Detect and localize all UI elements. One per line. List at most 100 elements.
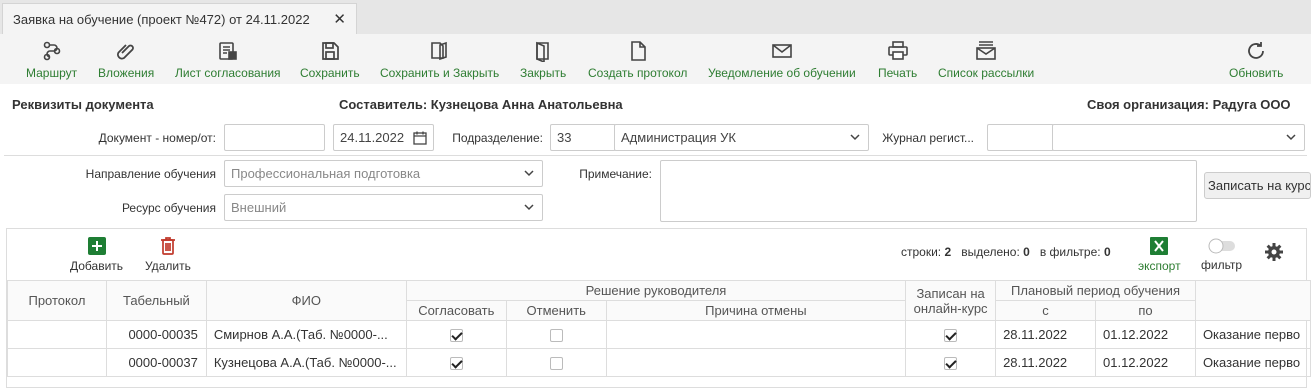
document-tab[interactable]: Заявка на обучение (проект №472) от 24.1… xyxy=(2,3,357,34)
save-label: Сохранить xyxy=(300,66,360,80)
online-checkbox[interactable] xyxy=(944,329,958,343)
cell-fio: Смирнов А.А.(Таб. №0000-... xyxy=(205,320,407,349)
attachments-button[interactable]: Вложения xyxy=(98,40,154,80)
cell-protocol xyxy=(7,348,107,377)
printer-icon xyxy=(887,41,908,60)
organization-heading: Своя организация: Радуга ООО xyxy=(1087,97,1291,112)
add-label: Добавить xyxy=(70,259,124,273)
chevron-down-icon xyxy=(524,204,534,211)
col-course[interactable] xyxy=(1194,280,1311,321)
table-stats: строки: 2 выделено: 0 в фильтре: 0 xyxy=(901,245,1111,259)
toggle-switch-icon xyxy=(1208,238,1235,254)
note-textarea[interactable] xyxy=(660,160,1197,222)
col-cancel-reason[interactable]: Причина отмены xyxy=(605,300,907,321)
in-filter-label: в фильтре: xyxy=(1039,245,1101,259)
cell-course: Оказание перво xyxy=(1194,348,1311,377)
col-fio[interactable]: ФИО xyxy=(205,280,407,321)
cell-fio: Кузнецова А.А.(Таб. №0000-... xyxy=(205,348,407,377)
col-period: Плановый период обучения xyxy=(995,280,1196,301)
resource-value: Внешний xyxy=(231,200,287,215)
division-label: Подразделение: xyxy=(452,131,543,145)
col-to[interactable]: по xyxy=(1095,300,1196,321)
export-button[interactable]: экспорт xyxy=(1138,236,1181,273)
doc-date-input[interactable]: 24.11.2022 xyxy=(333,124,434,151)
selected-label: выделено: xyxy=(961,245,1020,259)
create-protocol-button[interactable]: Создать протокол xyxy=(588,40,687,80)
online-checkbox[interactable] xyxy=(944,357,958,371)
mailing-list-button[interactable]: Список рассылки xyxy=(938,40,1034,80)
col-tabel[interactable]: Табельный xyxy=(105,280,207,321)
excel-icon xyxy=(1150,237,1169,255)
chevron-down-icon xyxy=(1286,134,1296,141)
cell-reason[interactable] xyxy=(605,348,907,377)
save-button[interactable]: Сохранить xyxy=(300,40,360,80)
requisites-heading: Реквизиты документа xyxy=(12,97,154,112)
document-icon xyxy=(630,41,646,61)
journal-select[interactable] xyxy=(1052,124,1305,151)
save-close-button[interactable]: Сохранить и Закрыть xyxy=(380,40,499,80)
selected-count: 0 xyxy=(1023,245,1030,259)
cell-course: Оказание перво xyxy=(1194,320,1311,349)
filter-label: фильтр xyxy=(1201,258,1243,272)
col-from[interactable]: с xyxy=(995,300,1096,321)
direction-select[interactable]: Профессиональная подготовка xyxy=(224,160,543,187)
approve-checkbox[interactable] xyxy=(449,357,463,371)
cell-reason[interactable] xyxy=(605,320,907,349)
table-row[interactable]: 0000-00037 Кузнецова А.А.(Таб. №0000-...… xyxy=(7,348,1311,377)
division-value: Администрация УК xyxy=(621,130,737,145)
refresh-label: Обновить xyxy=(1229,66,1284,80)
envelope-icon xyxy=(772,44,792,58)
route-button[interactable]: Маршрут xyxy=(26,40,77,80)
cell-approve xyxy=(405,320,507,349)
filter-toggle[interactable]: фильтр xyxy=(1201,238,1242,272)
door-icon xyxy=(536,41,549,62)
paperclip-icon xyxy=(117,44,134,60)
cancel-checkbox[interactable] xyxy=(549,329,563,343)
divider xyxy=(4,155,1307,156)
notify-button[interactable]: Уведомление об обучении xyxy=(708,40,856,80)
journal-label: Журнал регист... xyxy=(882,131,974,145)
col-online[interactable]: Записан на онлайн-курс xyxy=(905,280,997,321)
col-approve[interactable]: Согласовать xyxy=(405,300,507,321)
cell-tabel: 0000-00037 xyxy=(105,348,207,377)
resource-label: Ресурс обучения xyxy=(121,201,216,215)
doc-number-input[interactable] xyxy=(224,124,325,151)
add-button[interactable]: Добавить xyxy=(70,236,123,273)
close-doc-button[interactable]: Закрыть xyxy=(520,40,566,80)
doc-date-value: 24.11.2022 xyxy=(340,130,405,145)
enroll-course-button[interactable]: Записать на курс xyxy=(1204,172,1311,199)
delete-button[interactable]: Удалить xyxy=(145,236,191,273)
chevron-down-icon xyxy=(524,170,534,177)
refresh-button[interactable]: Обновить xyxy=(1229,40,1283,80)
route-label: Маршрут xyxy=(26,66,78,80)
journal-code-input[interactable] xyxy=(987,124,1054,151)
cell-approve xyxy=(405,348,507,377)
mailing-list-icon xyxy=(976,41,996,60)
calendar-icon[interactable] xyxy=(413,131,427,145)
resource-select[interactable]: Внешний xyxy=(224,194,543,221)
cell-from: 28.11.2022 xyxy=(995,348,1096,377)
cell-online xyxy=(905,348,997,377)
route-icon xyxy=(43,41,60,61)
division-select[interactable]: Администрация УК xyxy=(614,124,869,151)
note-label: Примечание: xyxy=(579,167,652,181)
close-icon[interactable]: ✕ xyxy=(333,10,346,28)
cell-online xyxy=(905,320,997,349)
cancel-checkbox[interactable] xyxy=(549,357,563,371)
mailing-list-label: Список рассылки xyxy=(938,66,1035,80)
approve-checkbox[interactable] xyxy=(449,329,463,343)
create-protocol-label: Создать протокол xyxy=(588,66,688,80)
tab-bar: Заявка на обучение (проект №472) от 24.1… xyxy=(0,0,1311,34)
col-protocol[interactable]: Протокол xyxy=(7,280,107,321)
notify-label: Уведомление об обучении xyxy=(708,66,856,80)
table-row[interactable]: 0000-00035 Смирнов А.А.(Таб. №0000-... 2… xyxy=(7,320,1311,349)
close-doc-label: Закрыть xyxy=(520,66,567,80)
approval-sheet-button[interactable]: Лист согласования xyxy=(175,40,281,80)
in-filter-count: 0 xyxy=(1103,245,1111,259)
gear-icon[interactable] xyxy=(1264,242,1284,262)
col-decision: Решение руководителя xyxy=(405,280,907,301)
division-code-input[interactable]: 33 xyxy=(550,124,616,151)
print-button[interactable]: Печать xyxy=(878,40,917,80)
col-online-line2: онлайн-курс xyxy=(913,300,988,316)
col-cancel[interactable]: Отменить xyxy=(505,300,607,321)
